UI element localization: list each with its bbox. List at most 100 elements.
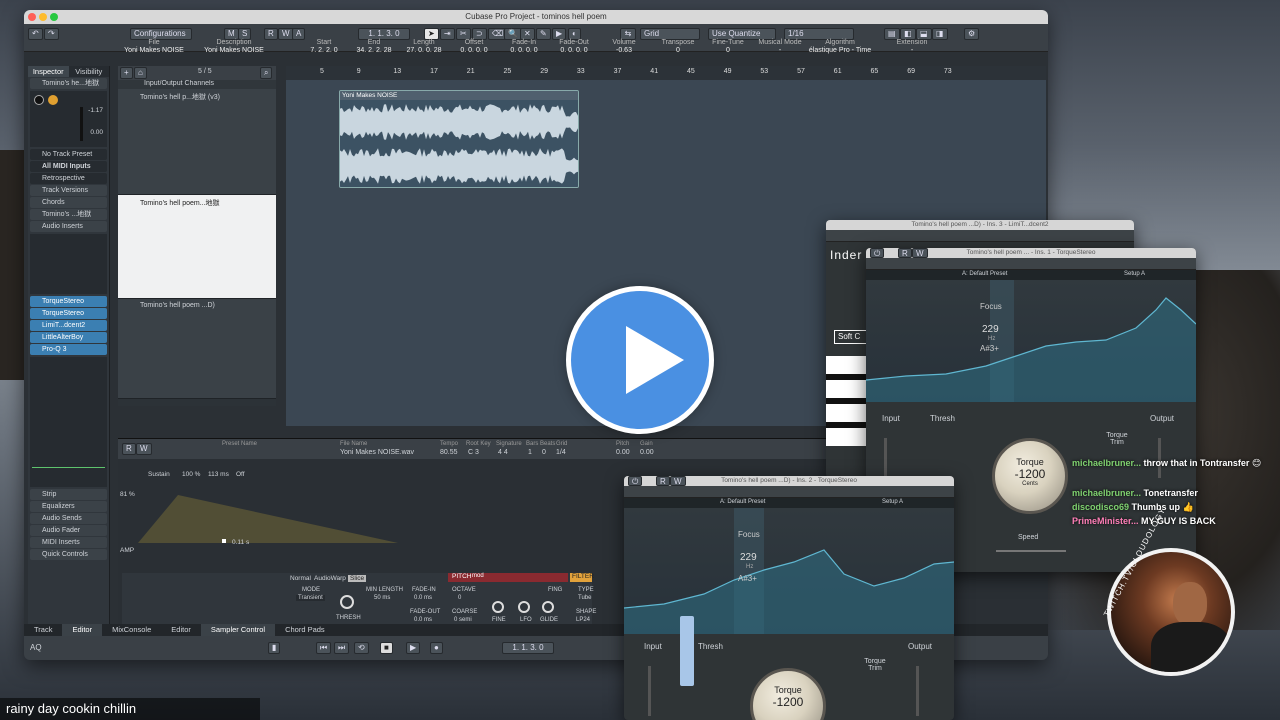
zone-right-icon[interactable]: ◨ bbox=[932, 28, 948, 40]
torque-power-icon[interactable]: ⏻ bbox=[870, 248, 885, 258]
close-window-button[interactable] bbox=[28, 13, 36, 21]
mode-slice[interactable]: Slice bbox=[348, 575, 367, 582]
transport-position[interactable]: 1. 1. 3. 0 bbox=[502, 642, 554, 654]
sampler-write-button[interactable]: W bbox=[136, 443, 152, 455]
velocity-value[interactable]: 100 % bbox=[182, 471, 200, 478]
torque-setup[interactable]: Setup A bbox=[1124, 271, 1145, 277]
torque2-read-button[interactable]: R bbox=[656, 476, 670, 486]
inspector-track-name[interactable]: Tomino's he...地獄 bbox=[30, 78, 107, 89]
filter-shape-value[interactable]: LP24 bbox=[576, 617, 590, 623]
automation-button[interactable]: A bbox=[292, 28, 306, 40]
draw-tool-icon[interactable]: ✎ bbox=[536, 28, 551, 40]
fade-out-value[interactable]: 0.0 ms bbox=[414, 617, 432, 623]
section-bottom-2[interactable]: Audio Sends bbox=[30, 513, 107, 524]
read-button[interactable]: R bbox=[264, 28, 278, 40]
section-bottom-5[interactable]: Quick Controls bbox=[30, 549, 107, 560]
settings-gear-icon[interactable]: ⚙ bbox=[964, 28, 980, 40]
insert-4[interactable]: Pro-Q 3 bbox=[30, 344, 107, 355]
amp-envelope[interactable] bbox=[138, 495, 398, 545]
volume-fader[interactable] bbox=[80, 107, 83, 141]
record-button[interactable]: ● bbox=[430, 642, 443, 654]
torque2-power-icon[interactable]: ⏻ bbox=[628, 476, 643, 486]
thresh-knob[interactable] bbox=[340, 595, 354, 609]
signature-value[interactable]: 4 4 bbox=[498, 449, 508, 456]
lower-tab-3[interactable]: Editor bbox=[161, 624, 201, 636]
insert-2[interactable]: LimiT...dcent2 bbox=[30, 320, 107, 331]
release-value[interactable]: 113 ms bbox=[208, 471, 229, 478]
file-name[interactable]: Yoni Makes NOISE.wav bbox=[340, 449, 414, 456]
info-algorithm[interactable]: Algorithm élastique Pro - Time bbox=[805, 39, 875, 54]
gain-value[interactable]: 0.00 bbox=[640, 449, 654, 456]
configurations-dropdown[interactable]: Configurations bbox=[130, 28, 192, 40]
tab-visibility[interactable]: Visibility bbox=[68, 66, 109, 77]
tempo-value[interactable]: 80.55 bbox=[440, 449, 458, 456]
root-key-value[interactable]: C 3 bbox=[468, 449, 479, 456]
bars-value[interactable]: 1 bbox=[528, 449, 532, 456]
lower-tab-1[interactable]: Editor bbox=[62, 624, 103, 636]
insert-3[interactable]: LittleAlterBoy bbox=[30, 332, 107, 343]
section-bottom-1[interactable]: Equalizers bbox=[30, 501, 107, 512]
glide-knob[interactable] bbox=[542, 601, 554, 613]
insert-slots-empty[interactable] bbox=[30, 234, 107, 294]
section-3[interactable]: Audio Inserts bbox=[30, 221, 107, 232]
grid-value[interactable]: 1/4 bbox=[556, 449, 566, 456]
insert-0[interactable]: TorqueStereo bbox=[30, 296, 107, 307]
torque2-focus-value[interactable]: 229 bbox=[740, 552, 757, 563]
position-display[interactable]: 1. 1. 3. 0 bbox=[358, 28, 410, 40]
folder-icon[interactable]: ⌂ bbox=[134, 67, 147, 79]
coarse-value[interactable]: 0 semi bbox=[454, 617, 472, 623]
maximize-window-button[interactable] bbox=[50, 13, 58, 21]
pitch-value[interactable]: 0.00 bbox=[616, 449, 630, 456]
track-preset[interactable]: No Track Preset bbox=[30, 149, 107, 160]
torque2-spectrum[interactable]: Focus 229 Hz A#3+ bbox=[624, 508, 954, 634]
go-to-end-icon[interactable]: ⏭ bbox=[334, 642, 350, 654]
section-bottom-4[interactable]: MIDI Inserts bbox=[30, 537, 107, 548]
go-to-start-icon[interactable]: ⏮ bbox=[316, 642, 332, 654]
torque-write-button[interactable]: W bbox=[912, 248, 928, 258]
retrospective-recording[interactable]: Retrospective Recording bbox=[30, 173, 107, 193]
sampler-read-button[interactable]: R bbox=[122, 443, 136, 455]
undo-icon[interactable]: ↶ bbox=[28, 28, 43, 40]
lower-tab-0[interactable]: Track bbox=[24, 624, 62, 636]
torque-preset-name[interactable]: A: Default Preset bbox=[962, 271, 1007, 277]
section-1[interactable]: Chords bbox=[30, 197, 107, 208]
info-file[interactable]: File Yoni Makes NOISE bbox=[119, 39, 189, 54]
mode-dropdown[interactable]: Transient bbox=[296, 595, 325, 601]
play-button[interactable]: ▶ bbox=[406, 642, 421, 654]
folder-track[interactable]: Input/Output Channels bbox=[118, 80, 276, 89]
torque2-setup[interactable]: Setup A bbox=[882, 499, 903, 505]
record-icon[interactable] bbox=[34, 95, 44, 105]
lfo-knob[interactable] bbox=[518, 601, 530, 613]
torque2-thresh-slider[interactable] bbox=[680, 616, 694, 686]
mode-normal[interactable]: Normal bbox=[290, 575, 311, 582]
section-bottom-0[interactable]: Strip bbox=[30, 489, 107, 500]
info-extension[interactable]: Extension - bbox=[877, 39, 947, 54]
torque-knob[interactable]: Torque -1200 Cents bbox=[992, 438, 1068, 514]
beats-value[interactable]: 0 bbox=[542, 449, 546, 456]
lower-tab-2[interactable]: MixConsole bbox=[102, 624, 161, 636]
audio-event[interactable]: Yoni Makes NOISE bbox=[339, 90, 579, 188]
tab-inspector[interactable]: Inspector bbox=[28, 66, 69, 77]
fine-knob[interactable] bbox=[492, 601, 504, 613]
fade-in-value[interactable]: 0.0 ms bbox=[414, 595, 432, 601]
torque-speed-slider[interactable] bbox=[996, 550, 1066, 552]
info-description[interactable]: Description Yoni Makes NOISE bbox=[199, 39, 269, 54]
track-3[interactable]: Tomino's hell poem ...D) bbox=[118, 299, 276, 399]
torque2-preset-name[interactable]: A: Default Preset bbox=[720, 499, 765, 505]
lower-tab-4[interactable]: Sampler Control bbox=[200, 624, 276, 636]
add-track-button[interactable]: + bbox=[120, 67, 133, 79]
pitch-mod[interactable]: mod bbox=[472, 573, 484, 579]
soft-clip-button[interactable]: Soft C bbox=[834, 330, 870, 344]
cycle-icon[interactable]: ⟲ bbox=[354, 642, 369, 654]
midi-input[interactable]: All MIDI Inputs bbox=[30, 161, 107, 172]
minimize-window-button[interactable] bbox=[39, 13, 47, 21]
section-2[interactable]: Tomino's ...地獄 bbox=[30, 209, 107, 220]
monitor-icon[interactable] bbox=[48, 95, 58, 105]
torque-read-button[interactable]: R bbox=[898, 248, 912, 258]
search-icon[interactable]: ⌕ bbox=[260, 67, 273, 79]
min-length-value[interactable]: 50 ms bbox=[374, 595, 390, 601]
lower-tab-5[interactable]: Chord Pads bbox=[275, 624, 335, 636]
timeline-ruler[interactable]: 5 9 13 17 21 25 29 33 37 41 45 49 53 57 61 65 69 73 bbox=[286, 66, 1046, 80]
torque-spectrum[interactable]: Focus 229 Hz A#3+ bbox=[866, 280, 1196, 402]
torque2-knob[interactable]: Torque -1200 bbox=[750, 668, 826, 720]
